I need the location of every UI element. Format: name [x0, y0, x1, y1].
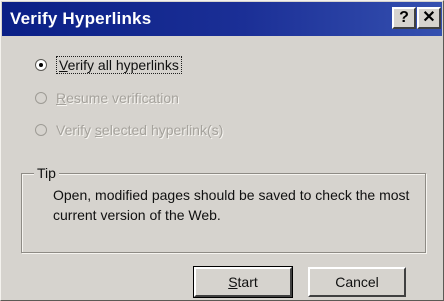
- title-bar[interactable]: Verify Hyperlinks ? ✕: [2, 2, 442, 36]
- tip-text: Open, modified pages should be saved to …: [53, 187, 410, 223]
- help-icon: ?: [399, 9, 409, 26]
- tip-label: Tip: [34, 165, 59, 181]
- close-button[interactable]: ✕: [417, 7, 441, 29]
- radio-label-verify-selected: Verify selected hyperlink(s): [56, 122, 224, 138]
- help-button[interactable]: ?: [392, 7, 416, 29]
- cancel-button[interactable]: Cancel: [308, 267, 406, 297]
- radio-unchecked-icon: [35, 92, 47, 104]
- window-title: Verify Hyperlinks: [10, 9, 152, 28]
- radio-label-verify-all: Verify all hyperlinks: [56, 56, 182, 74]
- radio-verify-selected: Verify selected hyperlink(s): [35, 120, 223, 140]
- verify-hyperlinks-dialog: Verify Hyperlinks ? ✕ Verify all hyperli…: [0, 0, 444, 301]
- start-button[interactable]: Start: [193, 266, 293, 298]
- radio-checked-icon[interactable]: [35, 59, 47, 71]
- radio-verify-all[interactable]: Verify all hyperlinks: [35, 55, 182, 75]
- radio-label-resume: Resume verification: [56, 90, 179, 106]
- radio-resume-verification: Resume verification: [35, 88, 179, 108]
- start-button-label: Start: [228, 274, 258, 290]
- close-icon: ✕: [422, 9, 436, 26]
- radio-unchecked-icon: [35, 124, 47, 136]
